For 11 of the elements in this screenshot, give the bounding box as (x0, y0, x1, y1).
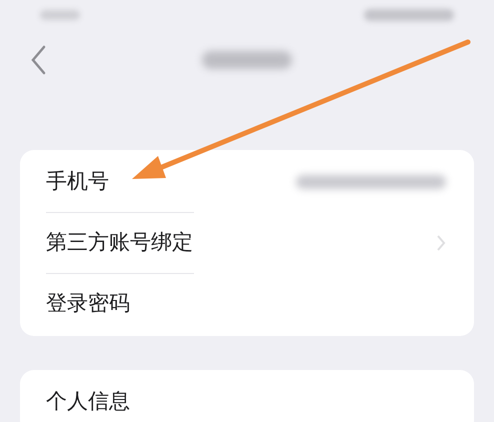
settings-row[interactable]: 登录密码 (20, 274, 474, 334)
settings-row[interactable]: 第三方账号绑定 (20, 213, 474, 273)
settings-row[interactable]: 手机号 (20, 152, 474, 212)
back-icon[interactable] (30, 45, 46, 75)
chevron-right-icon (436, 234, 446, 252)
redacted-time (40, 10, 80, 20)
row-label: 个人信息 (46, 388, 130, 416)
row-label: 手机号 (46, 168, 109, 196)
row-label: 登录密码 (46, 290, 130, 318)
row-label: 第三方账号绑定 (46, 229, 193, 256)
settings-row[interactable]: 个人信息 (20, 372, 474, 422)
